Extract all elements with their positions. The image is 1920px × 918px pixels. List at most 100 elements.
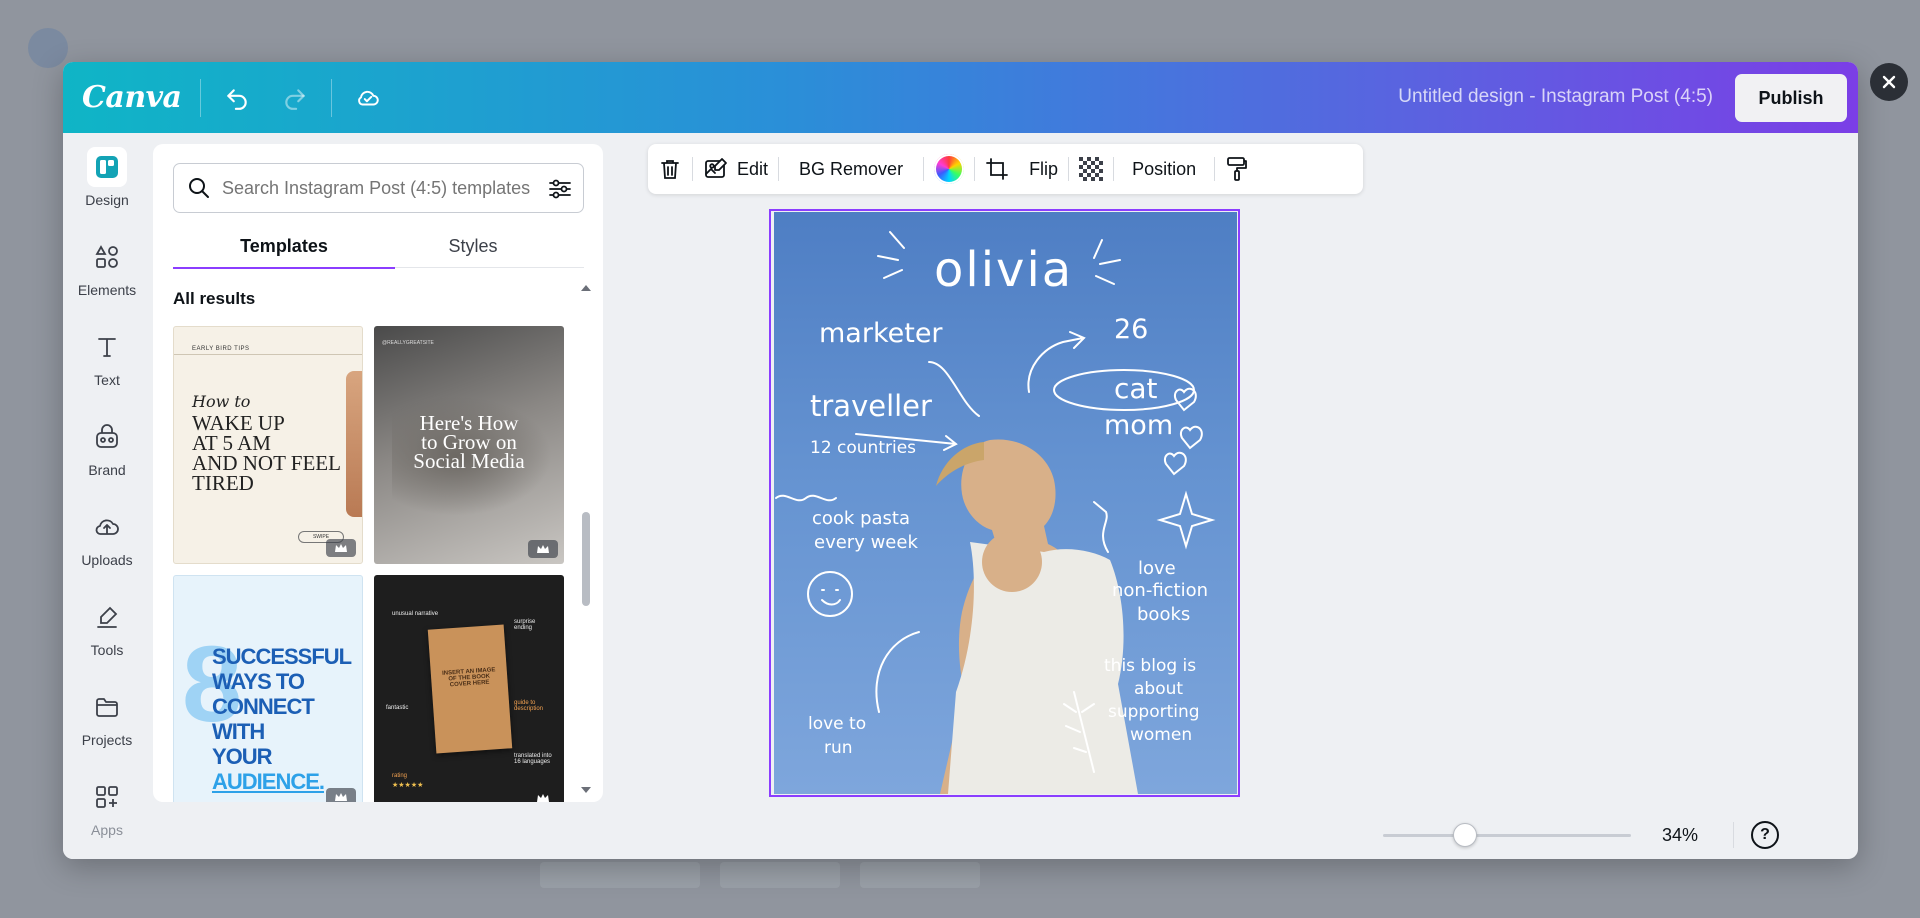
document-title[interactable]: Untitled design - Instagram Post (4:5) <box>1398 86 1713 108</box>
template-text: Social Media <box>413 449 525 473</box>
position-button[interactable]: Position <box>1114 144 1214 194</box>
bg-remover-button[interactable]: BG Remover <box>779 144 923 194</box>
template-text: TIRED <box>192 471 254 495</box>
redo-icon[interactable] <box>273 76 317 120</box>
template-text: YOUR <box>212 744 273 769</box>
template-search-box <box>173 163 584 213</box>
tools-icon <box>87 597 127 637</box>
edit-image-button[interactable]: Edit <box>693 144 778 194</box>
rail-label: Tools <box>90 642 124 658</box>
premium-crown-icon <box>326 539 356 557</box>
flip-button[interactable]: Flip <box>1019 144 1068 194</box>
template-text: fantastic <box>386 705 409 711</box>
search-icon <box>189 178 209 198</box>
scroll-up-arrow-icon[interactable] <box>580 284 592 292</box>
rail-item-apps[interactable]: Apps <box>63 777 151 857</box>
rail-item-elements[interactable]: Elements <box>63 237 151 317</box>
background-bar <box>540 862 700 888</box>
transparency-icon <box>1079 157 1104 181</box>
rail-item-brand[interactable]: Brand <box>63 417 151 497</box>
template-text: INSERT AN IMAGE OF THE BOOK COVER HERE <box>441 667 496 689</box>
template-text: @REALLYGREATSITE <box>382 340 434 346</box>
apps-icon <box>87 777 127 817</box>
paint-roller-icon <box>1227 157 1248 181</box>
template-thumbnail[interactable]: @REALLYGREATSITE Here's How to Grow on S… <box>374 326 564 564</box>
divider <box>174 354 362 355</box>
template-text: WAYS TO <box>212 669 305 694</box>
template-thumbnail[interactable]: 8 SUCCESSFUL WAYS TO CONNECT WITH YOUR A… <box>173 575 363 802</box>
rail-label: Text <box>94 372 120 388</box>
template-thumbnail[interactable]: EARLY BIRD TIPS How to WAKE UP AT 5 AM A… <box>173 326 363 564</box>
color-wheel-icon <box>934 154 965 184</box>
background-bar <box>860 862 980 888</box>
tab-styles[interactable]: Styles <box>362 232 584 268</box>
template-text: surprise ending <box>514 619 536 631</box>
panel-scrollbar[interactable] <box>580 284 592 794</box>
image-context-toolbar: Edit BG Remover Flip Position <box>648 144 1363 194</box>
rail-item-projects[interactable]: Projects <box>63 687 151 767</box>
rail-label: Elements <box>77 282 137 298</box>
design-icon <box>87 147 127 187</box>
text-icon <box>87 327 127 367</box>
rating-stars: ★★★★★ <box>392 782 424 789</box>
template-thumbnail[interactable]: unusual narrative surprise ending INSERT… <box>374 575 564 802</box>
transparency-button[interactable] <box>1069 144 1113 194</box>
template-text: translated into 16 languages <box>514 753 552 765</box>
rail-item-tools[interactable]: Tools <box>63 597 151 677</box>
rail-item-text[interactable]: Text <box>63 327 151 407</box>
rail-item-design[interactable]: Design <box>63 147 151 227</box>
undo-icon[interactable] <box>215 76 259 120</box>
crop-button[interactable] <box>975 144 1019 194</box>
filter-icon[interactable] <box>547 176 573 202</box>
template-grid: EARLY BIRD TIPS How to WAKE UP AT 5 AM A… <box>173 326 565 802</box>
template-text: unusual narrative <box>392 611 439 617</box>
template-headline: Here's How to Grow on Social Media <box>374 413 564 473</box>
crop-icon <box>986 158 1008 180</box>
editor-modal: Canva Untitled design - Instagram Post (… <box>63 62 1858 859</box>
template-book-cover: INSERT AN IMAGE OF THE BOOK COVER HERE <box>427 624 513 754</box>
rail-label: Uploads <box>81 552 133 568</box>
scrollbar-thumb[interactable] <box>582 512 590 606</box>
doodle-layer <box>775 231 1216 773</box>
template-photo <box>346 371 362 517</box>
copy-style-button[interactable] <box>1215 144 1259 194</box>
top-bar: Canva Untitled design - Instagram Post (… <box>63 62 1858 133</box>
scroll-down-arrow-icon[interactable] <box>580 786 592 794</box>
panel-tabs: Templates Styles <box>173 232 584 269</box>
background-bar <box>720 862 840 888</box>
search-input[interactable] <box>222 177 542 199</box>
template-text: EARLY BIRD TIPS <box>192 346 250 352</box>
elements-icon <box>87 237 127 277</box>
template-text: AUDIENCE. <box>212 769 325 794</box>
premium-crown-icon <box>528 540 558 558</box>
templates-panel: Templates Styles All results EARLY BIRD … <box>153 144 603 802</box>
rail-label: Projects <box>81 732 133 748</box>
trash-icon <box>661 160 679 179</box>
template-text: CONNECT WITH <box>212 694 315 744</box>
background-avatar <box>28 28 68 68</box>
divider <box>1733 822 1734 848</box>
close-icon <box>1882 75 1896 89</box>
rail-label: Brand <box>88 462 126 478</box>
premium-crown-icon <box>326 788 356 802</box>
template-headline: SUCCESSFUL WAYS TO CONNECT WITH YOUR AUD… <box>212 644 362 794</box>
template-text: How to <box>192 392 251 411</box>
zoom-percentage[interactable]: 34% <box>1662 825 1698 846</box>
publish-button[interactable]: Publish <box>1735 74 1847 122</box>
left-navigation-rail: Design Elements Text Brand Uploads Tools… <box>63 133 151 859</box>
color-button[interactable] <box>924 144 974 194</box>
zoom-slider-knob[interactable] <box>1453 823 1477 847</box>
cloud-saved-icon[interactable] <box>346 76 390 120</box>
edit-label: Edit <box>737 158 769 179</box>
zoom-slider-track[interactable] <box>1383 834 1631 837</box>
close-modal-button[interactable] <box>1870 63 1908 101</box>
design-canvas-image[interactable]: olivia marketer 26 traveller cat mom 12 … <box>774 212 1237 794</box>
uploads-icon <box>87 507 127 547</box>
template-text: AT 5 AM <box>192 431 271 455</box>
template-text: SUCCESSFUL <box>212 644 352 669</box>
help-icon[interactable]: ? <box>1751 821 1779 849</box>
delete-button[interactable] <box>648 144 692 194</box>
rail-item-uploads[interactable]: Uploads <box>63 507 151 587</box>
template-text: AND NOT FEEL <box>192 451 341 475</box>
premium-crown-icon <box>528 789 558 802</box>
